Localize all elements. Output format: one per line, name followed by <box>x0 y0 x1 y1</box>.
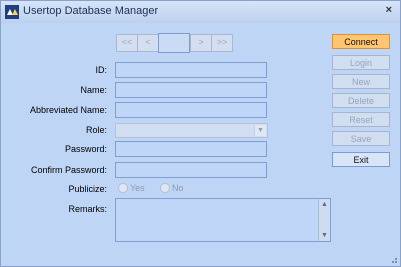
password-field[interactable] <box>115 141 267 157</box>
confirm-password-label: Confirm Password: <box>30 165 107 175</box>
exit-button[interactable]: Exit <box>332 152 390 167</box>
confirm-password-field[interactable] <box>115 162 267 178</box>
remarks-scrollbar[interactable]: ▲ ▼ <box>318 199 330 241</box>
window-title: Usertop Database Manager <box>23 5 159 17</box>
radio-button-no[interactable] <box>160 183 170 193</box>
password-label: Password: <box>64 144 107 154</box>
connect-button[interactable]: Connect <box>332 34 390 49</box>
remarks-label: Remarks: <box>68 204 107 214</box>
save-button[interactable]: Save <box>332 131 390 146</box>
last-record-button[interactable]: >> <box>211 34 233 52</box>
name-label: Name: <box>80 85 107 95</box>
abbreviated-name-field[interactable] <box>115 102 267 118</box>
abbreviated-name-label: Abbreviated Name: <box>29 105 107 115</box>
app-logo-icon <box>5 5 19 19</box>
title-bar[interactable]: Usertop Database Manager × <box>1 1 400 23</box>
reset-button[interactable]: Reset <box>332 112 390 127</box>
publicize-no-label: No <box>172 183 184 193</box>
publicize-yes-label: Yes <box>130 183 145 193</box>
publicize-yes-option[interactable]: Yes <box>118 182 145 194</box>
role-select[interactable]: ▼ <box>115 123 268 138</box>
first-record-button[interactable]: << <box>116 34 138 52</box>
next-record-button[interactable]: > <box>190 34 212 52</box>
delete-button[interactable]: Delete <box>332 93 390 108</box>
new-button[interactable]: New <box>332 74 390 89</box>
login-button[interactable]: Login <box>332 55 390 70</box>
chevron-down-icon[interactable]: ▼ <box>254 125 266 136</box>
name-field[interactable] <box>115 82 267 98</box>
id-label: ID: <box>95 65 107 75</box>
close-icon[interactable]: × <box>386 4 392 16</box>
role-label: Role: <box>85 125 107 135</box>
prev-record-button[interactable]: < <box>137 34 159 52</box>
scroll-up-icon[interactable]: ▲ <box>321 201 328 208</box>
id-field[interactable] <box>115 62 267 78</box>
main-window: Usertop Database Manager × << < > >> ID:… <box>0 0 401 267</box>
publicize-label: Publicize: <box>68 184 107 194</box>
scroll-down-icon[interactable]: ▼ <box>321 232 328 239</box>
radio-button-yes[interactable] <box>118 183 128 193</box>
publicize-no-option[interactable]: No <box>160 182 184 194</box>
resize-grip-icon[interactable] <box>390 256 398 264</box>
remarks-textarea[interactable]: ▲ ▼ <box>115 198 331 242</box>
record-position-field[interactable] <box>158 33 190 53</box>
